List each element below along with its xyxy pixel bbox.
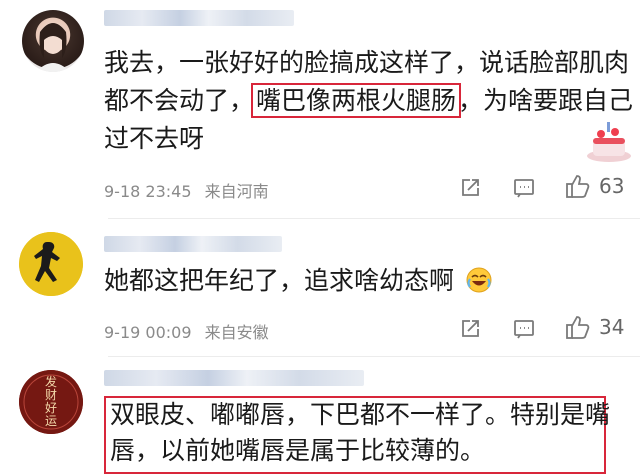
comment-1: 我去，一张好好的脸搞成这样了，说话脸部肌肉 都不会动了，嘴巴像两根火腿肠，为啥要… bbox=[0, 0, 640, 215]
like-count: 34 bbox=[599, 315, 625, 339]
comment-2: 她都这把年纪了，追求啥幼态啊 9-19 00:09 来自安徽 34 bbox=[0, 220, 640, 360]
comment-text-line-1: 她都这把年纪了，追求啥幼态啊 bbox=[104, 262, 492, 304]
comment-meta: 9-18 23:45 来自河南 bbox=[104, 178, 269, 202]
divider bbox=[108, 356, 640, 357]
avatar[interactable] bbox=[19, 232, 83, 296]
avatar[interactable] bbox=[22, 10, 84, 72]
comment-text-segment: 她都这把年纪了，追求啥幼态啊 bbox=[104, 266, 455, 295]
share-icon[interactable] bbox=[458, 317, 482, 341]
comment-meta: 9-19 00:09 来自安徽 bbox=[104, 319, 269, 343]
location: 来自安徽 bbox=[204, 323, 269, 342]
comment-text-line-2: 都不会动了，嘴巴像两根火腿肠，为啥要跟自己 bbox=[104, 82, 633, 120]
comment-text-line-1: 双眼皮、嘟嘟唇，下巴都不一样了。特别是嘴 bbox=[110, 400, 611, 429]
thumbs-up-icon[interactable] bbox=[564, 313, 592, 341]
comment-text-line-2: 唇，以前她嘴唇是属于比较薄的。 bbox=[110, 436, 486, 465]
comment-3: 发财好运 双眼皮、嘟嘟唇，下巴都不一样了。特别是嘴 唇，以前她嘴唇是属于比较薄的… bbox=[0, 358, 640, 476]
laughing-crying-emoji-icon bbox=[466, 266, 492, 304]
timestamp: 9-18 23:45 bbox=[104, 182, 192, 201]
avatar-text: 发财好运 bbox=[44, 375, 57, 428]
timestamp: 9-19 00:09 bbox=[104, 323, 192, 342]
cake-icon bbox=[585, 120, 633, 164]
comment-text-line-1: 我去，一张好好的脸搞成这样了，说话脸部肌肉 bbox=[104, 48, 630, 77]
avatar[interactable]: 发财好运 bbox=[19, 370, 83, 434]
highlighted-phrase: 嘴巴像两根火腿肠 bbox=[251, 83, 462, 118]
username-blurred[interactable] bbox=[104, 10, 294, 26]
thumbs-up-icon[interactable] bbox=[564, 172, 592, 200]
username-blurred[interactable] bbox=[104, 236, 282, 252]
comment-icon[interactable] bbox=[512, 176, 536, 200]
comment-text-line-3: 过不去呀 bbox=[104, 124, 205, 153]
divider bbox=[108, 218, 640, 219]
like-count: 63 bbox=[599, 174, 625, 198]
comment-text-segment: 都不会动了， bbox=[104, 86, 255, 115]
username-blurred[interactable] bbox=[104, 370, 364, 386]
location: 来自河南 bbox=[204, 182, 269, 201]
comment-icon[interactable] bbox=[512, 317, 536, 341]
comment-text-segment: ，为啥要跟自己 bbox=[458, 86, 634, 115]
share-icon[interactable] bbox=[458, 176, 482, 200]
